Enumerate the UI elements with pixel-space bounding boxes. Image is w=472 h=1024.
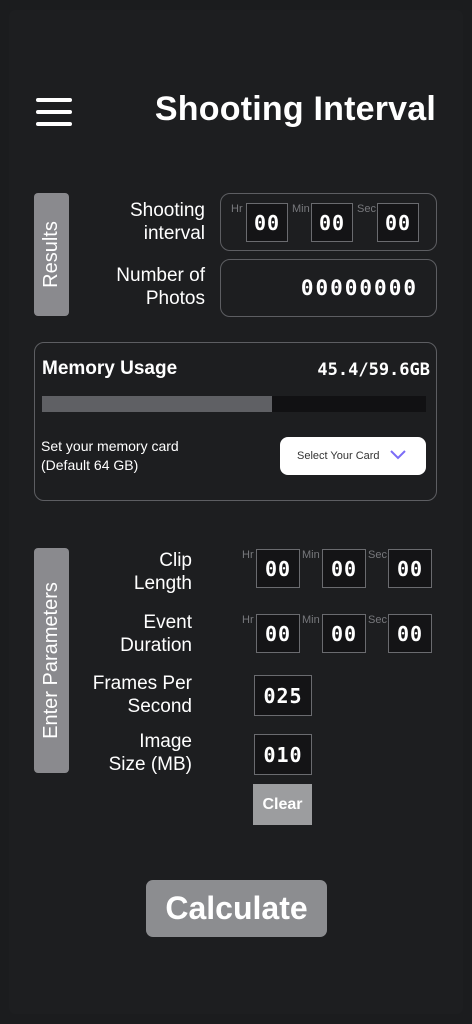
event-duration-hours-input[interactable]: 00 — [256, 614, 300, 653]
memory-card-note-line2: (Default 64 GB) — [41, 457, 139, 473]
number-of-photos-value: 00000000 — [300, 276, 418, 300]
clip-length-hours-input[interactable]: 00 — [256, 549, 300, 588]
event-duration-seconds-input[interactable]: 00 — [388, 614, 432, 653]
frames-per-second-label-line1: Frames Per — [92, 673, 192, 694]
memory-usage-bar — [42, 396, 426, 412]
frames-per-second-input[interactable]: 025 — [254, 675, 312, 716]
min-unit-label: Min — [302, 549, 320, 561]
shooting-interval-label-line1: Shooting — [129, 200, 205, 221]
enter-parameters-tab: Enter Parameters — [34, 548, 69, 773]
clip-length-label-line2: Length — [133, 573, 192, 594]
shooting-interval-hours: 00 — [246, 203, 288, 242]
event-duration-minutes-input[interactable]: 00 — [322, 614, 366, 653]
results-tab: Results — [34, 193, 69, 316]
shooting-interval-label: Shooting interval — [100, 199, 205, 245]
min-unit-label: Min — [292, 203, 310, 215]
hr-unit-label: Hr — [242, 614, 254, 626]
hr-unit-label: Hr — [231, 203, 243, 215]
frames-per-second-label: Frames Per Second — [72, 672, 192, 718]
sec-unit-label: Sec — [368, 614, 387, 626]
page-title: Shooting Interval — [154, 90, 436, 128]
image-size-label-line2: Size (MB) — [108, 754, 192, 775]
clip-length-seconds-input[interactable]: 00 — [388, 549, 432, 588]
clip-length-label-line1: Clip — [159, 550, 192, 571]
app-frame — [9, 10, 463, 1014]
number-of-photos-label: Number of Photos — [90, 264, 205, 310]
clip-length-label: Clip Length — [92, 549, 192, 595]
image-size-label: Image Size (MB) — [82, 730, 192, 776]
image-size-input[interactable]: 010 — [254, 734, 312, 775]
sec-unit-label: Sec — [368, 549, 387, 561]
menu-line — [36, 110, 72, 114]
number-of-photos-label-line1: Number of — [116, 265, 205, 286]
menu-line — [36, 98, 72, 102]
frames-per-second-label-line2: Second — [127, 696, 192, 717]
event-duration-label-line1: Event — [143, 612, 192, 633]
number-of-photos-label-line2: Photos — [145, 288, 205, 309]
memory-usage-title: Memory Usage — [42, 358, 178, 379]
clear-button[interactable]: Clear — [253, 784, 312, 825]
enter-parameters-tab-label: Enter Parameters — [40, 582, 63, 739]
memory-usage-value: 45.4/59.6GB — [317, 360, 430, 380]
event-duration-label: Event Duration — [92, 611, 192, 657]
image-size-label-line1: Image — [139, 731, 192, 752]
results-tab-label: Results — [40, 221, 63, 288]
shooting-interval-minutes: 00 — [311, 203, 353, 242]
memory-card-note: Set your memory card (Default 64 GB) — [41, 437, 179, 475]
hamburger-menu-icon[interactable] — [36, 98, 72, 126]
select-card-dropdown[interactable]: Select Your Card — [280, 437, 426, 475]
chevron-down-icon — [390, 450, 406, 460]
memory-card-note-line1: Set your memory card — [41, 438, 179, 454]
menu-line — [36, 122, 72, 126]
sec-unit-label: Sec — [357, 203, 376, 215]
event-duration-label-line2: Duration — [120, 635, 192, 656]
shooting-interval-label-line2: interval — [143, 223, 205, 244]
clip-length-minutes-input[interactable]: 00 — [322, 549, 366, 588]
calculate-button[interactable]: Calculate — [146, 880, 327, 937]
memory-usage-bar-fill — [42, 396, 273, 412]
select-card-label: Select Your Card — [297, 450, 380, 462]
min-unit-label: Min — [302, 614, 320, 626]
hr-unit-label: Hr — [242, 549, 254, 561]
shooting-interval-seconds: 00 — [377, 203, 419, 242]
